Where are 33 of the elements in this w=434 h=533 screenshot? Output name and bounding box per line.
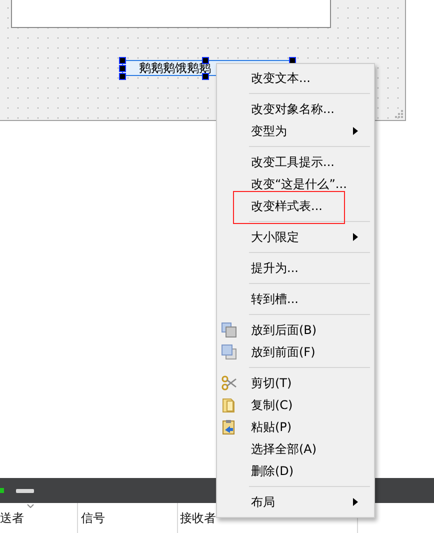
submenu-arrow-icon [353,233,358,241]
menu-item[interactable]: 改变对象名称... [217,98,374,120]
menu-item[interactable]: 剪切(T) [217,372,374,394]
menu-item[interactable]: 改变样式表... [217,195,374,217]
sort-icon[interactable] [27,504,34,508]
menu-item[interactable]: 删除(D) [217,460,374,482]
menu-item[interactable]: 复制(C) [217,394,374,416]
menu-item[interactable]: 改变“这是什么”... [217,173,374,195]
layer-back-icon [221,322,237,338]
column-header[interactable]: 接收者 [180,510,216,526]
menu-item[interactable]: 转到槽... [217,288,374,310]
layer-front-icon [221,344,237,360]
paste-icon [221,419,237,435]
column-header[interactable]: 信号 [81,510,105,526]
copy-icon [221,397,237,413]
menu-item[interactable]: 布局 [217,491,374,513]
resize-handle[interactable] [202,73,209,80]
minimize-icon[interactable] [16,488,34,492]
status-icon [0,488,4,493]
column-header[interactable]: 送者 [0,510,24,526]
menu-item[interactable]: 粘贴(P) [217,416,374,438]
scissors-icon [221,375,237,391]
menu-item[interactable]: 选择全部(A) [217,438,374,460]
menu-item[interactable]: 放到后面(B) [217,319,374,341]
menu-item[interactable]: 大小限定 [217,226,374,248]
resize-grip-icon[interactable] [395,110,403,118]
menu-item[interactable]: 改变工具提示... [217,151,374,173]
menu-item[interactable]: 变型为 [217,120,374,142]
menu-item[interactable]: 放到前面(F) [217,341,374,363]
submenu-arrow-icon [353,127,358,135]
menu-item[interactable]: 提升为... [217,257,374,279]
resize-handle[interactable] [202,57,209,64]
submenu-arrow-icon [353,498,358,506]
